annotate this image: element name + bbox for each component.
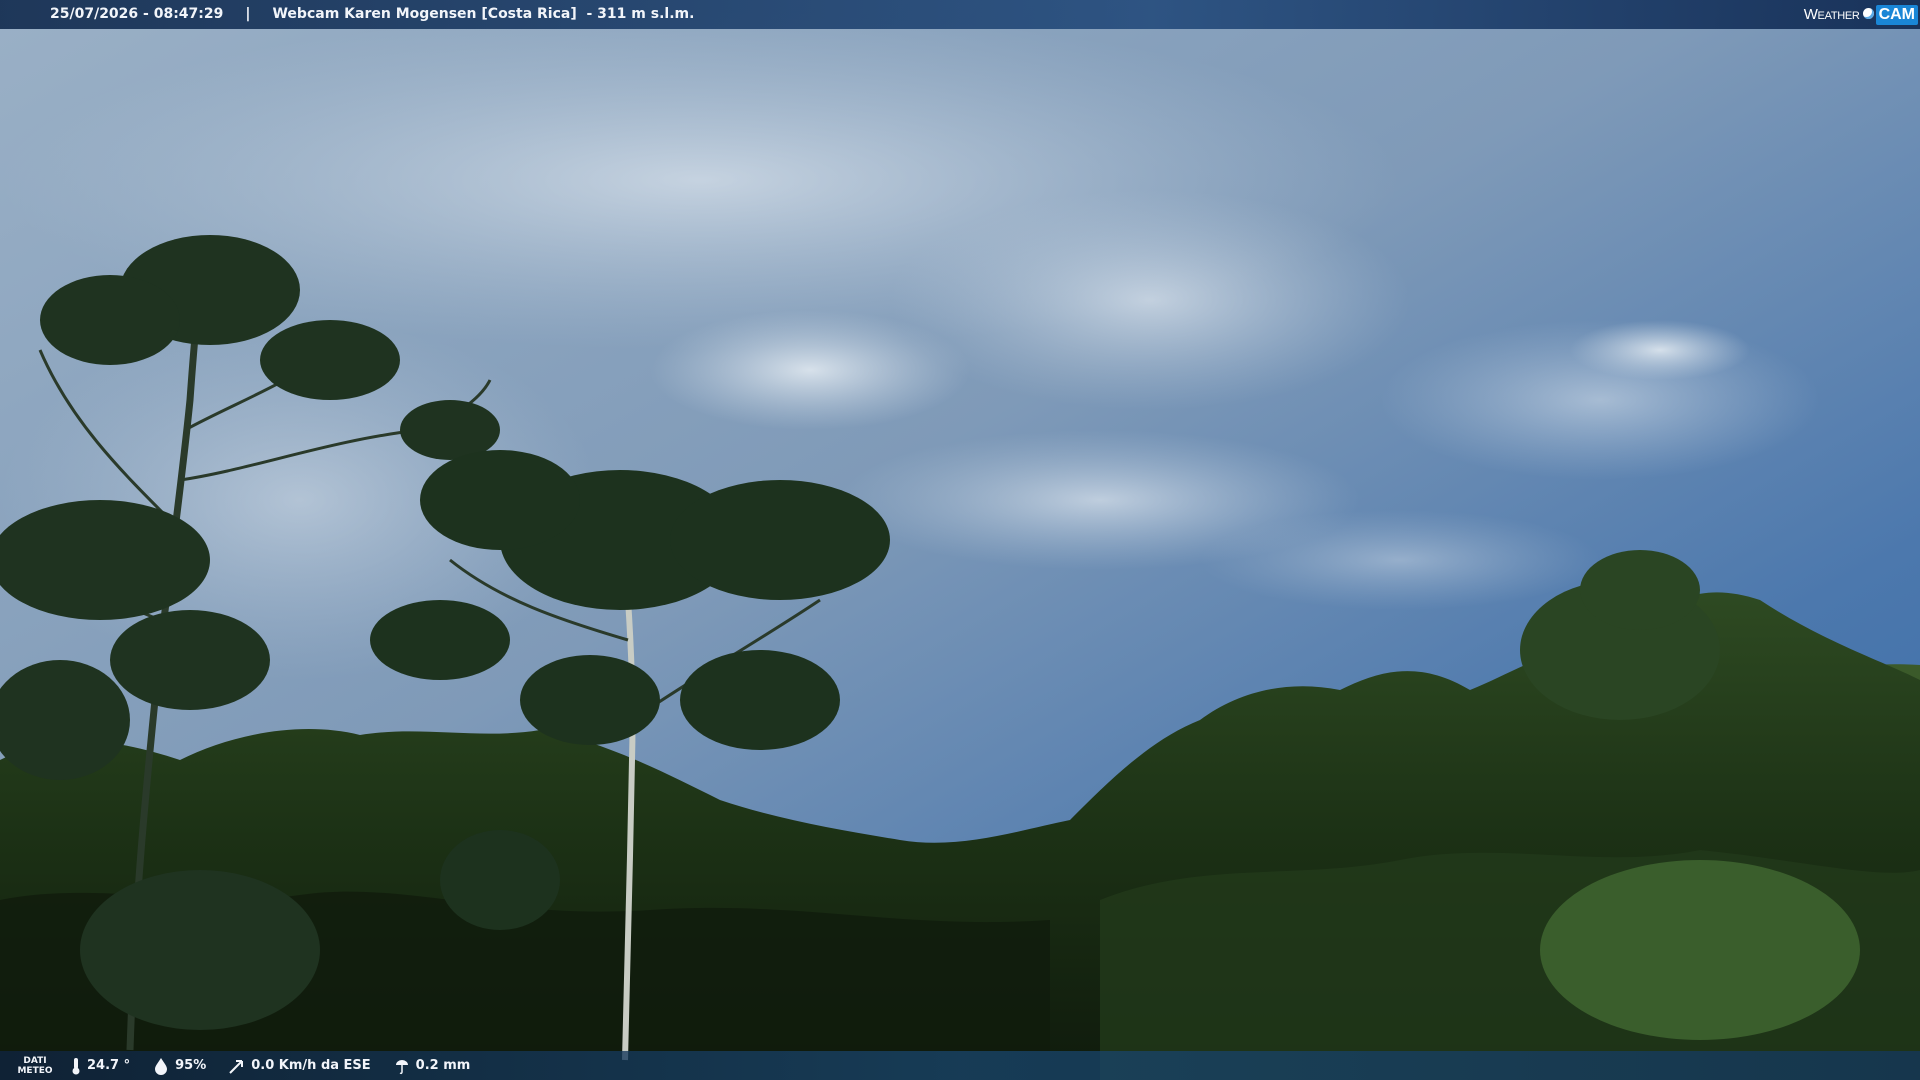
weather-data-bar: DATI METEO 24.7 ° 95% 0.0 Km/h da ESE 0.…: [0, 1051, 1920, 1080]
weathercam-logo[interactable]: Weather CAM: [1804, 2, 1918, 27]
rain-gauge-icon: [395, 1059, 408, 1074]
logo-word: Weather: [1803, 6, 1860, 23]
thermometer-icon: [72, 1057, 80, 1074]
rain-value: 0.2 mm: [415, 1058, 471, 1073]
temperature-reading: 24.7 °: [70, 1057, 130, 1075]
rain-reading: 0.2 mm: [393, 1057, 471, 1075]
temperature-value: 24.7 °: [87, 1058, 131, 1073]
humidity-drop-icon: [155, 1057, 168, 1075]
top-info-bar: 25/07/2026 - 08:47:29 | Webcam Karen Mog…: [0, 0, 1920, 29]
wind-arrow-icon: [229, 1059, 244, 1074]
separator: |: [245, 6, 251, 22]
logo-dot-icon: [1862, 8, 1874, 19]
weather-data-label: DATI METEO: [17, 1055, 53, 1076]
datetime: 25/07/2026 - 08:47:29: [50, 6, 224, 22]
wind-value: 0.0 Km/h da ESE: [251, 1058, 371, 1073]
logo-cam: CAM: [1875, 4, 1918, 25]
webcam-scene: [0, 0, 1920, 1080]
humidity-value: 95%: [175, 1058, 207, 1073]
wind-reading: 0.0 Km/h da ESE: [228, 1057, 371, 1075]
camera-title: Webcam Karen Mogensen [Costa Rica] - 311…: [272, 6, 695, 22]
humidity-reading: 95%: [152, 1057, 206, 1075]
